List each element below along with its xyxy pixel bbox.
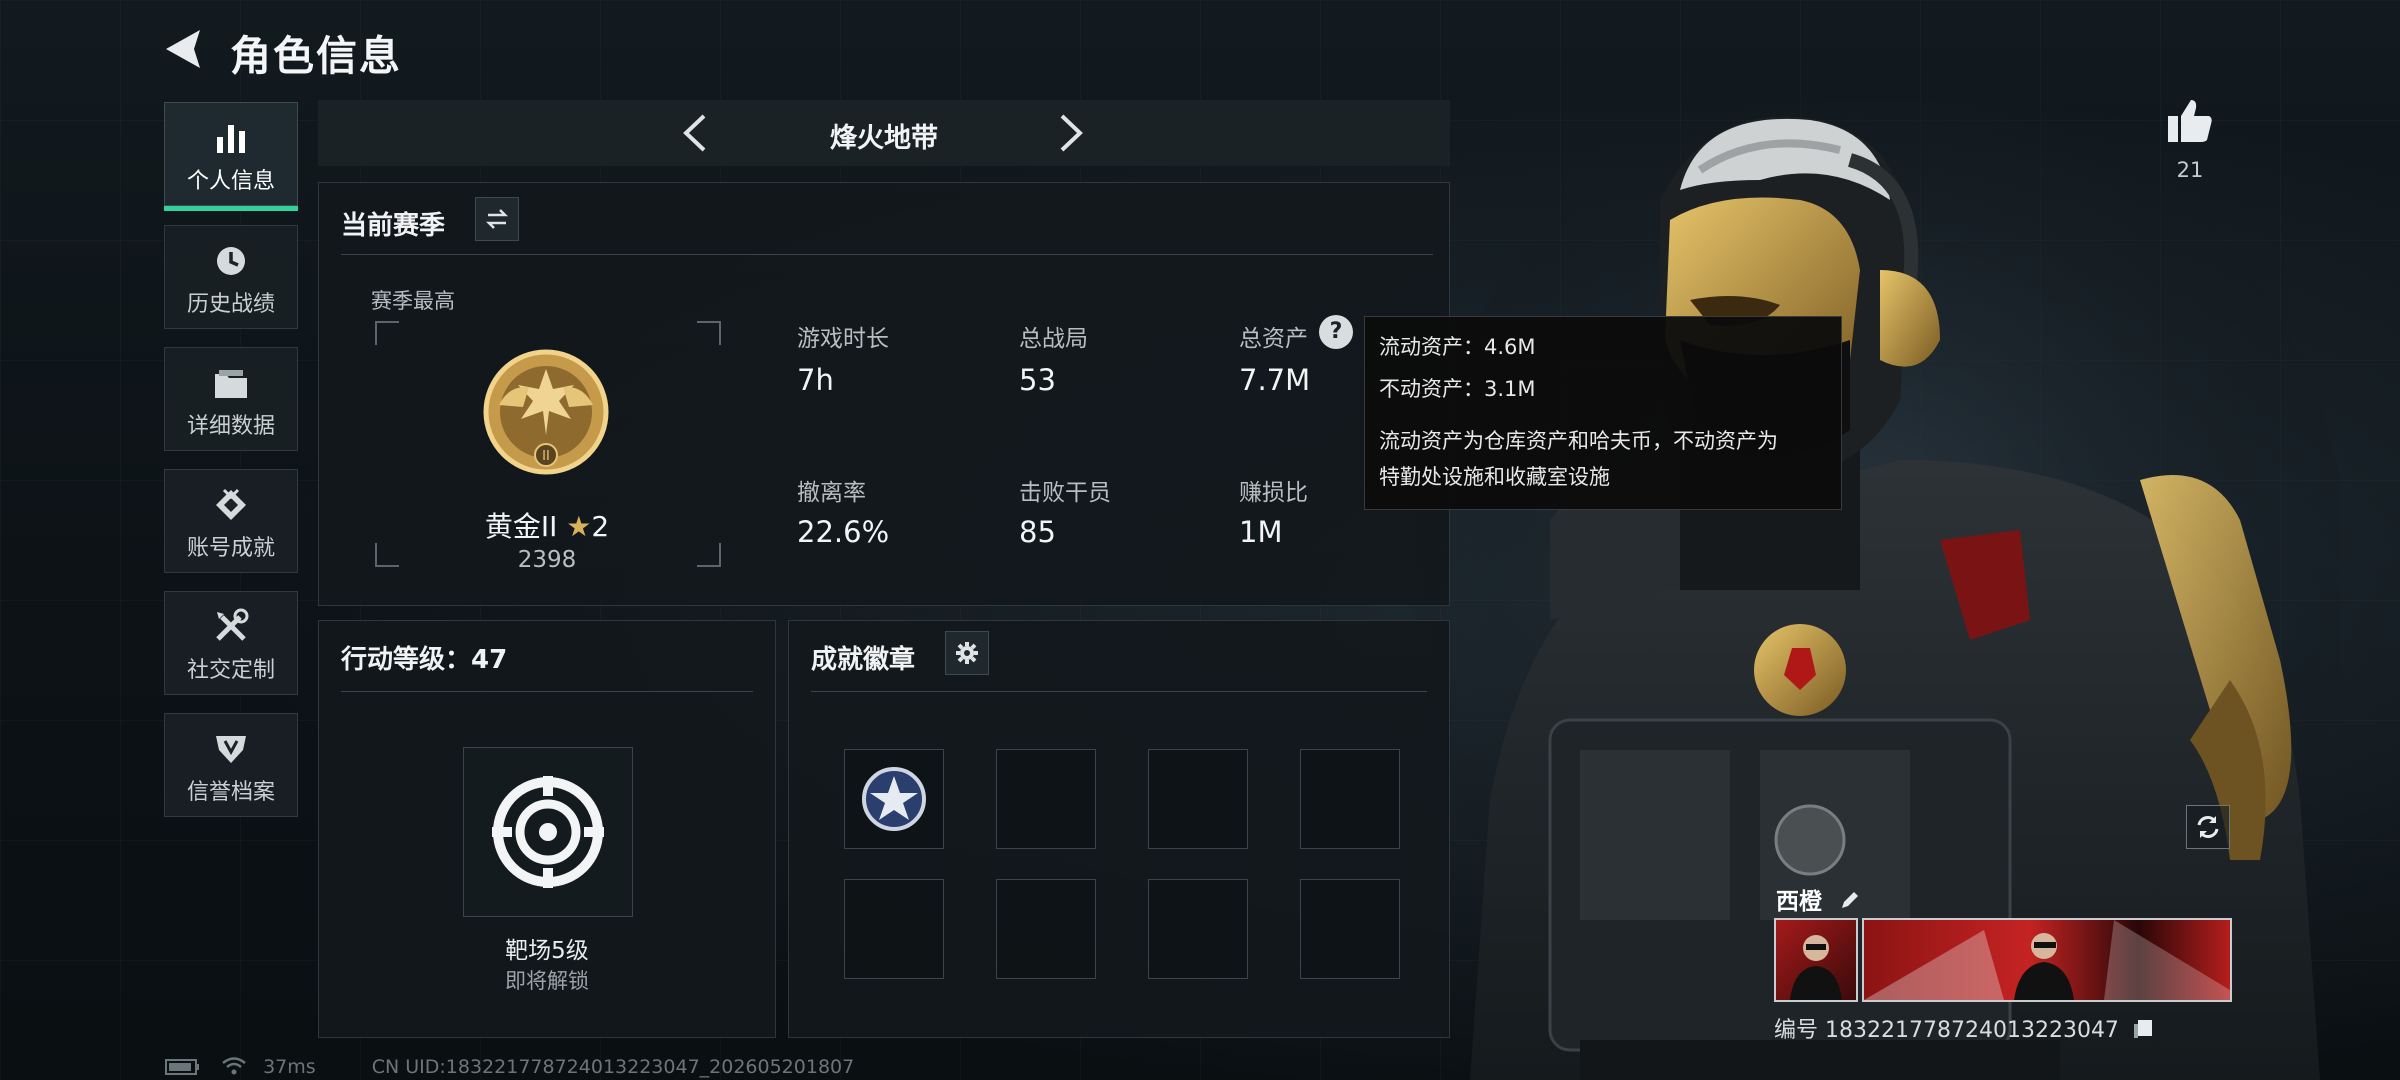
sidebar-item-account-achievements[interactable]: 账号成就 <box>164 469 298 573</box>
achievements-panel: 成就徽章 <box>788 620 1450 1038</box>
mode-title: 烽火地带 <box>830 123 938 154</box>
badge-slot[interactable] <box>1148 879 1248 979</box>
sidebar-item-label: 信誉档案 <box>186 780 275 805</box>
player-id-text: 编号 183221778724013223047 <box>1774 1018 2119 1043</box>
tooltip-liquid-assets: 流动资产：4.6M <box>1379 335 1536 359</box>
sidebar-item-detailed-data[interactable]: 详细数据 <box>164 347 298 451</box>
divider <box>341 691 753 692</box>
page-title: 角色信息 <box>230 32 402 80</box>
uid-text: CN UID:183221778724013223047_20260520180… <box>371 1056 855 1078</box>
rotate-button[interactable] <box>2186 805 2230 849</box>
sidebar-item-personal-info[interactable]: 个人信息 <box>164 102 298 211</box>
tooltip-fixed-assets: 不动资产：3.1M <box>1379 377 1536 401</box>
sidebar-item-match-history[interactable]: 历史战绩 <box>164 225 298 329</box>
sidebar-item-reputation-record[interactable]: 信誉档案 <box>164 713 298 817</box>
sidebar-item-label: 历史战绩 <box>186 292 275 317</box>
rank-name-row: 黄金II ★2 <box>375 505 719 545</box>
stat-value: 7h <box>797 363 834 397</box>
rank-name: 黄金II <box>484 510 558 543</box>
sidebar-item-label: 账号成就 <box>186 536 275 561</box>
player-name-text: 西橙 <box>1776 889 1822 915</box>
stat-label: 总战局 <box>1019 326 1088 352</box>
refresh-icon <box>2197 816 2219 838</box>
badge-slot[interactable] <box>844 749 944 849</box>
gear-icon <box>956 642 978 664</box>
badge-slot[interactable] <box>1300 749 1400 849</box>
stat-label: 击败干员 <box>1019 480 1111 506</box>
rank-stars: 2 <box>591 510 610 543</box>
likes-count: 21 <box>2176 158 2204 182</box>
status-bar: 37ms CN UID:183221778724013223047_202605… <box>165 1056 854 1078</box>
stat-value: 53 <box>1019 363 1056 397</box>
copy-icon[interactable] <box>2132 1018 2154 1040</box>
shield-icon <box>216 736 246 763</box>
action-level-panel: 行动等级：47 靶场5级 即将解锁 <box>318 620 776 1038</box>
total-assets-tooltip: 流动资产：4.6M 不动资产：3.1M 流动资产为仓库资产和哈夫币，不动资产为 … <box>1364 316 1842 510</box>
folder-icon <box>215 370 247 398</box>
clock-icon <box>217 247 245 275</box>
star-icon: ★ <box>566 510 592 543</box>
player-name: 西橙 <box>1776 882 1862 916</box>
reward-status: 即将解锁 <box>505 969 589 993</box>
name-card-banner[interactable] <box>1862 918 2232 1002</box>
reward-name: 靶场5级 <box>505 938 589 964</box>
stat-value: 22.6% <box>797 515 890 549</box>
season-panel: 当前赛季 赛季最高 II 黄金II ★2 2398 游戏时长 7h 总战局 53… <box>318 182 1450 606</box>
badge-slot[interactable] <box>996 879 1096 979</box>
help-icon[interactable]: ? <box>1319 315 1353 349</box>
swap-icon <box>485 209 509 229</box>
frame-corner <box>697 321 721 345</box>
achievement-icon <box>216 488 246 520</box>
season-title: 当前赛季 <box>341 211 446 241</box>
wifi-icon <box>222 1057 246 1075</box>
star-badge-icon <box>862 767 926 831</box>
sidebar-item-label: 详细数据 <box>186 414 275 439</box>
stat-value: 7.7M <box>1239 363 1311 397</box>
edit-pencil-icon[interactable] <box>1838 888 1862 912</box>
banner-figure-icon <box>1864 920 2230 1000</box>
stat-label: 游戏时长 <box>797 326 889 352</box>
profile-card-row[interactable] <box>1774 918 2232 1002</box>
badge-slot[interactable] <box>1300 879 1400 979</box>
avatar-figure-icon <box>1790 935 1842 1000</box>
stat-label: 总资产 <box>1239 326 1308 352</box>
action-level-title: 行动等级：47 <box>341 645 508 675</box>
back-arrow-icon[interactable] <box>160 24 210 74</box>
achievements-title: 成就徽章 <box>811 645 916 675</box>
frame-corner <box>375 321 399 345</box>
stat-value: 85 <box>1019 515 1056 549</box>
sidebar-item-label: 个人信息 <box>186 169 275 194</box>
svg-text:II: II <box>542 449 550 464</box>
chevron-right-icon[interactable] <box>1050 112 1090 154</box>
avatar[interactable] <box>1774 918 1858 1002</box>
tooltip-description: 流动资产为仓库资产和哈夫币，不动资产为 <box>1379 429 1778 453</box>
stat-value: 1M <box>1239 515 1283 549</box>
stat-label: 撤离率 <box>797 480 866 506</box>
ping-value: 37ms <box>263 1056 316 1078</box>
stat-label: 赚损比 <box>1239 480 1308 506</box>
battery-icon <box>165 1059 199 1075</box>
badge-slot[interactable] <box>1148 749 1248 849</box>
target-icon <box>492 776 604 888</box>
reward-slot[interactable] <box>463 747 633 917</box>
tooltip-description: 特勤处设施和收藏室设施 <box>1379 465 1610 489</box>
divider <box>341 254 1433 255</box>
mode-switcher: 烽火地带 <box>318 100 1450 166</box>
bar-chart-icon <box>217 125 245 153</box>
achievements-settings-button[interactable] <box>945 631 989 675</box>
sidebar-item-label: 社交定制 <box>186 658 275 683</box>
player-id: 编号 183221778724013223047 <box>1774 1012 2154 1044</box>
thumbs-up-icon[interactable] <box>2165 96 2215 146</box>
rank-score: 2398 <box>517 547 577 573</box>
season-peak-label: 赛季最高 <box>371 289 455 313</box>
rank-emblem-icon: II <box>483 349 609 475</box>
sidebar-item-social-customization[interactable]: 社交定制 <box>164 591 298 695</box>
season-switch-button[interactable] <box>475 197 519 241</box>
tools-icon <box>216 608 249 641</box>
badge-slot[interactable] <box>996 749 1096 849</box>
badge-slot[interactable] <box>844 879 944 979</box>
divider <box>811 691 1427 692</box>
